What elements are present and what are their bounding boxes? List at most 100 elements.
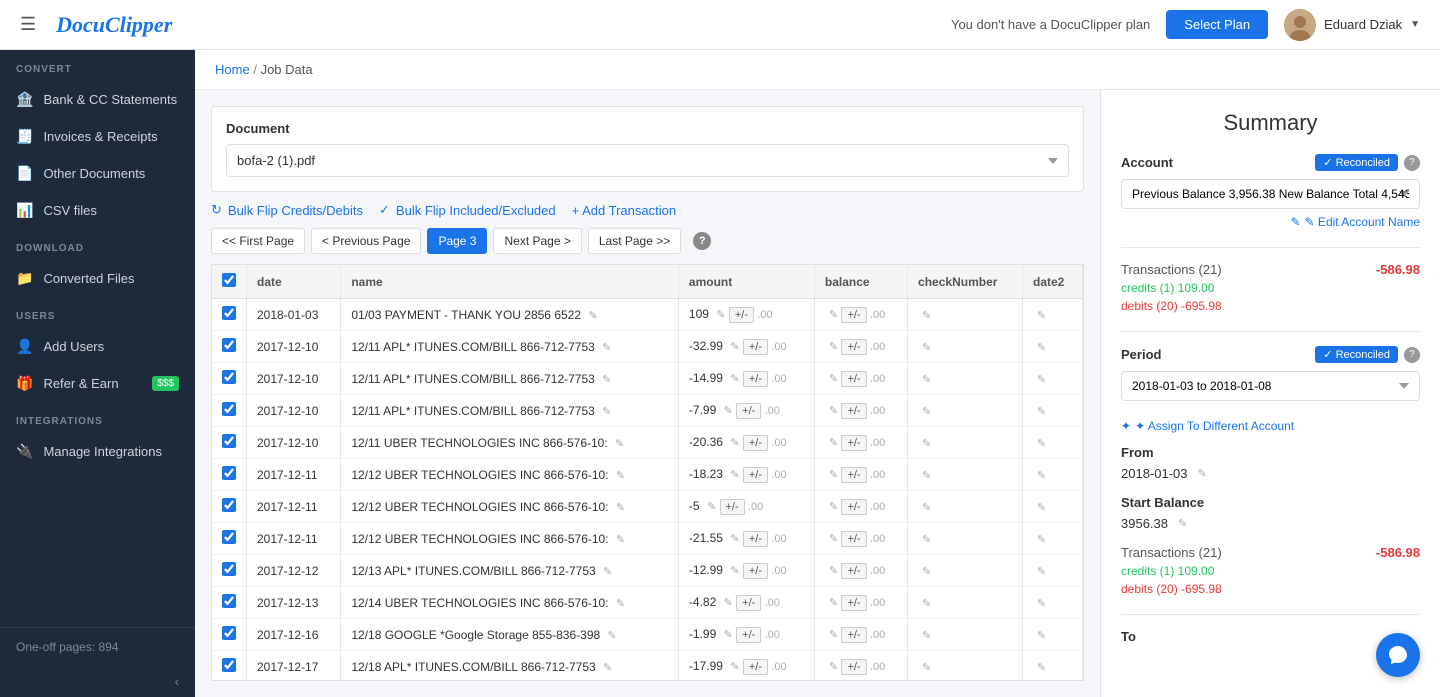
current-page-button[interactable]: Page 3	[427, 228, 487, 254]
amount-edit-icon[interactable]: ✎	[716, 309, 725, 321]
edit-account-name-link[interactable]: ✎ ✎ Edit Account Name	[1121, 215, 1420, 229]
balance-pm-button[interactable]: +/-	[841, 627, 866, 643]
check-edit-icon[interactable]: ✎	[922, 630, 931, 642]
amount-pm-button[interactable]: +/-	[736, 595, 761, 611]
select-plan-button[interactable]: Select Plan	[1166, 10, 1268, 39]
select-all-checkbox[interactable]	[222, 273, 236, 287]
date2-edit-icon[interactable]: ✎	[1037, 470, 1046, 482]
check-edit-icon[interactable]: ✎	[922, 374, 931, 386]
balance-edit-icon[interactable]: ✎	[1178, 517, 1187, 530]
check-edit-icon[interactable]: ✎	[922, 470, 931, 482]
user-info[interactable]: Eduard Dziak ▼	[1284, 9, 1420, 41]
date2-edit-icon[interactable]: ✎	[1037, 406, 1046, 418]
assign-account-link[interactable]: ✦ ✦ Assign To Different Account	[1121, 419, 1420, 433]
add-transaction-button[interactable]: + Add Transaction	[572, 203, 676, 218]
date2-edit-icon[interactable]: ✎	[1037, 598, 1046, 610]
balance-cell-edit-icon[interactable]: ✎	[829, 469, 838, 481]
amount-edit-icon[interactable]: ✎	[730, 533, 739, 545]
amount-edit-icon[interactable]: ✎	[730, 373, 739, 385]
first-page-button[interactable]: << First Page	[211, 228, 305, 254]
balance-cell-edit-icon[interactable]: ✎	[829, 437, 838, 449]
name-edit-icon[interactable]: ✎	[602, 342, 611, 354]
row-checkbox-cell[interactable]	[212, 363, 247, 395]
check-edit-icon[interactable]: ✎	[922, 502, 931, 514]
name-edit-icon[interactable]: ✎	[603, 566, 612, 578]
check-edit-icon[interactable]: ✎	[922, 566, 931, 578]
balance-pm-button[interactable]: +/-	[841, 659, 866, 675]
balance-pm-button[interactable]: +/-	[841, 371, 866, 387]
row-checkbox-10[interactable]	[222, 626, 236, 640]
period-select[interactable]: 2018-01-03 to 2018-01-08	[1121, 371, 1420, 401]
row-checkbox-cell[interactable]	[212, 619, 247, 651]
balance-cell-edit-icon[interactable]: ✎	[829, 565, 838, 577]
balance-cell-edit-icon[interactable]: ✎	[829, 661, 838, 673]
name-edit-icon[interactable]: ✎	[616, 470, 625, 482]
account-help-icon[interactable]: ?	[1404, 155, 1420, 171]
amount-pm-button[interactable]: +/-	[736, 403, 761, 419]
date2-edit-icon[interactable]: ✎	[1037, 662, 1046, 674]
date2-edit-icon[interactable]: ✎	[1037, 502, 1046, 514]
amount-edit-icon[interactable]: ✎	[730, 437, 739, 449]
from-edit-icon[interactable]: ✎	[1198, 467, 1207, 480]
sidebar-item-refer-earn[interactable]: 🎁 Refer & Earn $$$	[0, 365, 195, 402]
name-edit-icon[interactable]: ✎	[602, 406, 611, 418]
row-checkbox-cell[interactable]	[212, 331, 247, 363]
row-checkbox-cell[interactable]	[212, 651, 247, 682]
row-checkbox-2[interactable]	[222, 370, 236, 384]
amount-edit-icon[interactable]: ✎	[730, 341, 739, 353]
check-edit-icon[interactable]: ✎	[922, 662, 931, 674]
row-checkbox-cell[interactable]	[212, 523, 247, 555]
name-edit-icon[interactable]: ✎	[616, 534, 625, 546]
amount-edit-icon[interactable]: ✎	[707, 501, 716, 513]
row-checkbox-cell[interactable]	[212, 555, 247, 587]
balance-pm-button[interactable]: +/-	[841, 499, 866, 515]
balance-cell-edit-icon[interactable]: ✎	[829, 597, 838, 609]
row-checkbox-6[interactable]	[222, 498, 236, 512]
row-checkbox-cell[interactable]	[212, 459, 247, 491]
balance-pm-button[interactable]: +/-	[841, 595, 866, 611]
row-checkbox-cell[interactable]	[212, 395, 247, 427]
check-edit-icon[interactable]: ✎	[922, 438, 931, 450]
balance-pm-button[interactable]: +/-	[841, 531, 866, 547]
period-help-icon[interactable]: ?	[1404, 347, 1420, 363]
amount-edit-icon[interactable]: ✎	[730, 661, 739, 673]
check-edit-icon[interactable]: ✎	[922, 534, 931, 546]
date2-edit-icon[interactable]: ✎	[1037, 566, 1046, 578]
balance-cell-edit-icon[interactable]: ✎	[829, 629, 838, 641]
row-checkbox-8[interactable]	[222, 562, 236, 576]
date2-edit-icon[interactable]: ✎	[1037, 438, 1046, 450]
row-checkbox-11[interactable]	[222, 658, 236, 672]
balance-cell-edit-icon[interactable]: ✎	[829, 501, 838, 513]
check-edit-icon[interactable]: ✎	[922, 342, 931, 354]
balance-cell-edit-icon[interactable]: ✎	[829, 533, 838, 545]
sidebar-item-integrations[interactable]: 🔌 Manage Integrations	[0, 433, 195, 470]
balance-pm-button[interactable]: +/-	[841, 467, 866, 483]
amount-pm-button[interactable]: +/-	[743, 467, 768, 483]
sidebar-item-other-docs[interactable]: 📄 Other Documents	[0, 155, 195, 192]
amount-edit-icon[interactable]: ✎	[730, 469, 739, 481]
row-checkbox-cell[interactable]	[212, 427, 247, 459]
check-edit-icon[interactable]: ✎	[922, 598, 931, 610]
row-checkbox-0[interactable]	[222, 306, 236, 320]
balance-pm-button[interactable]: +/-	[841, 563, 866, 579]
row-checkbox-9[interactable]	[222, 594, 236, 608]
row-checkbox-cell[interactable]	[212, 299, 247, 331]
row-checkbox-cell[interactable]	[212, 491, 247, 523]
bulk-flip-credits-button[interactable]: ↻ Bulk Flip Credits/Debits	[211, 202, 363, 218]
check-edit-icon[interactable]: ✎	[922, 406, 931, 418]
balance-cell-edit-icon[interactable]: ✎	[829, 341, 838, 353]
amount-pm-button[interactable]: +/-	[743, 563, 768, 579]
balance-select[interactable]: Previous Balance 3,956.38 New Balance To…	[1121, 179, 1420, 209]
amount-edit-icon[interactable]: ✎	[724, 405, 733, 417]
sidebar-item-invoices[interactable]: 🧾 Invoices & Receipts	[0, 118, 195, 155]
name-edit-icon[interactable]: ✎	[615, 438, 624, 450]
balance-pm-button[interactable]: +/-	[841, 307, 866, 323]
sidebar-item-add-users[interactable]: 👤 Add Users	[0, 328, 195, 365]
date2-edit-icon[interactable]: ✎	[1037, 342, 1046, 354]
name-edit-icon[interactable]: ✎	[603, 662, 612, 674]
sidebar-item-bank-cc[interactable]: 🏦 Bank & CC Statements	[0, 81, 195, 118]
check-edit-icon[interactable]: ✎	[922, 310, 931, 322]
row-checkbox-cell[interactable]	[212, 587, 247, 619]
amount-pm-button[interactable]: +/-	[743, 659, 768, 675]
amount-pm-button[interactable]: +/-	[743, 371, 768, 387]
